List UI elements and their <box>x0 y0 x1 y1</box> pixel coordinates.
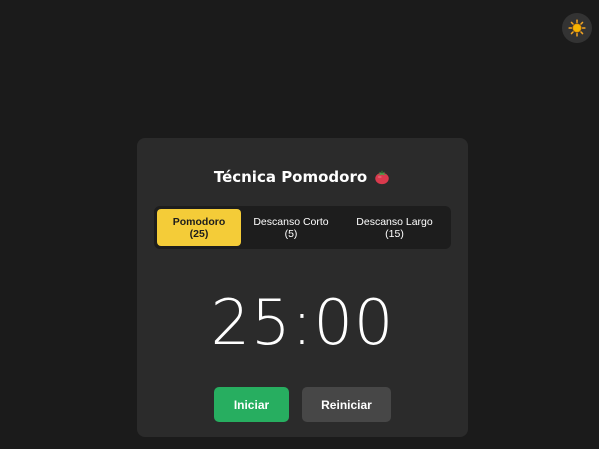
tab-minutes: (15) <box>385 227 404 240</box>
tab-label: Descanso Corto <box>253 215 329 228</box>
timer-controls: Iniciar Reiniciar <box>214 387 391 422</box>
tab-label: Descanso Largo <box>356 215 433 228</box>
theme-toggle-button[interactable] <box>562 13 592 43</box>
timer-display: 25:00 <box>210 286 395 359</box>
tomato-icon <box>375 170 389 185</box>
pomodoro-card: Técnica Pomodoro Pomodoro (25) Descanso … <box>137 138 468 437</box>
card-header: Técnica Pomodoro <box>137 168 468 186</box>
pomodoro-page: Técnica Pomodoro Pomodoro (25) Descanso … <box>0 0 599 449</box>
tab-short-break[interactable]: Descanso Corto (5) <box>241 209 341 246</box>
tab-minutes: (5) <box>284 227 298 240</box>
mode-tabs: Pomodoro (25) Descanso Corto (5) Descans… <box>154 206 451 249</box>
tab-long-break[interactable]: Descanso Largo (15) <box>341 209 448 246</box>
tab-label: Pomodoro <box>172 215 226 228</box>
start-button[interactable]: Iniciar <box>214 387 289 422</box>
page-title: Técnica Pomodoro <box>213 168 368 186</box>
sun-icon <box>568 19 586 37</box>
reset-button[interactable]: Reiniciar <box>302 387 391 422</box>
tab-minutes: (25) <box>189 227 209 240</box>
tab-pomodoro[interactable]: Pomodoro (25) <box>157 209 241 246</box>
